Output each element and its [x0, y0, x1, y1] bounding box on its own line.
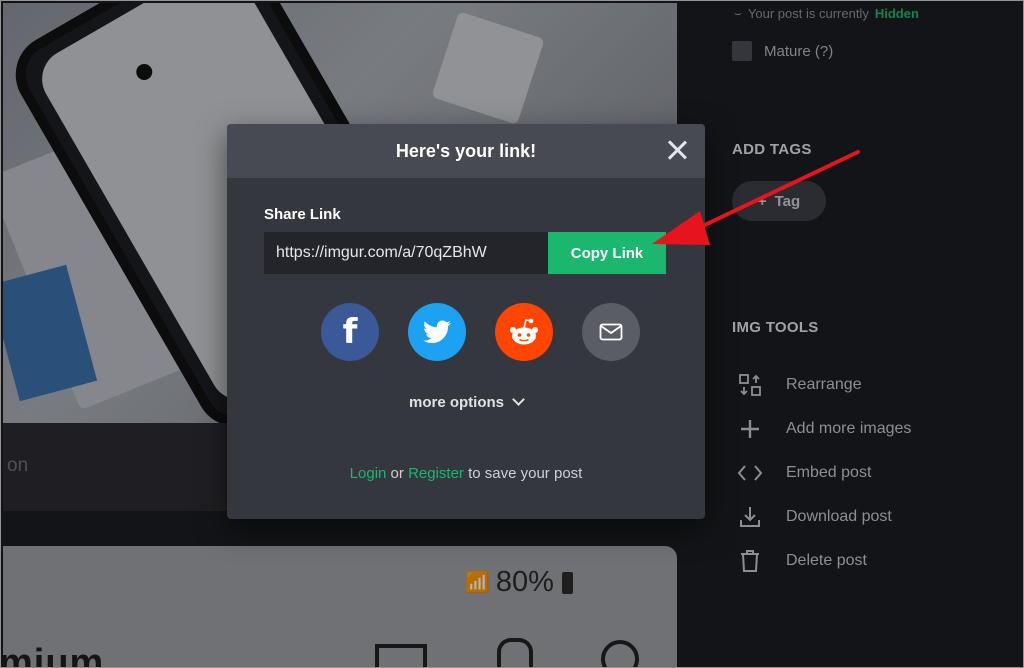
- annotation-arrow: [652, 150, 860, 245]
